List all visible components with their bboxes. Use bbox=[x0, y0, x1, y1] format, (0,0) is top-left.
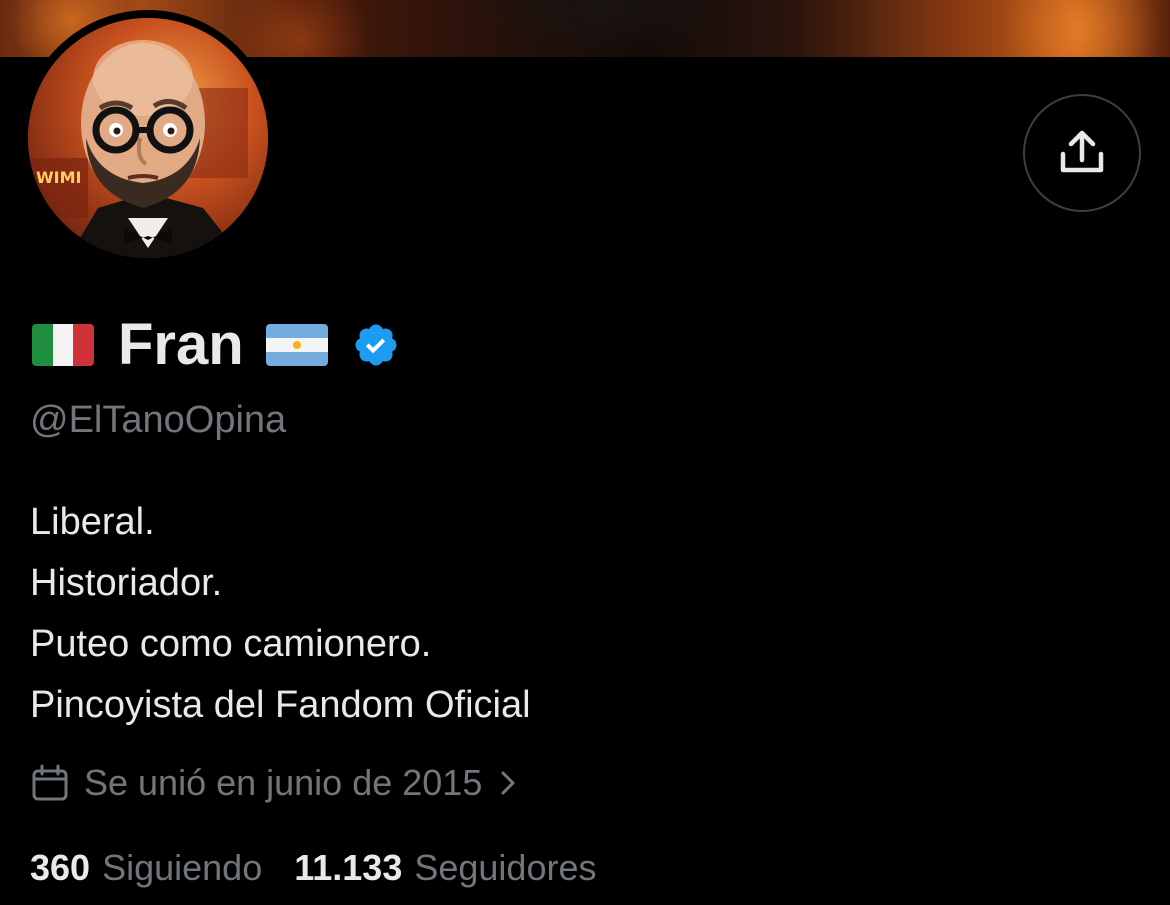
bio-line: Liberal. bbox=[30, 501, 155, 543]
profile-bio: Liberal. Historiador. Puteo como camione… bbox=[30, 492, 531, 736]
chevron-right-icon bbox=[501, 771, 515, 795]
svg-text:WIMI: WIMI bbox=[36, 168, 81, 187]
following-count: 360 bbox=[30, 847, 91, 888]
calendar-icon bbox=[32, 764, 68, 801]
avatar-illustration: WIMI bbox=[28, 18, 268, 258]
bio-line: Historiador. bbox=[30, 562, 223, 604]
followers-count: 11.133 bbox=[294, 847, 403, 888]
profile-handle: @ElTanoOpina bbox=[30, 399, 287, 441]
display-name: Fran bbox=[118, 312, 244, 377]
joined-date-link[interactable]: Se unió en junio de 2015 bbox=[30, 758, 518, 808]
following-label: Siguiendo bbox=[102, 847, 263, 888]
joined-date: Se unió en junio de 2015 bbox=[84, 762, 483, 803]
followers-label: Seguidores bbox=[414, 847, 597, 888]
bio-line: Puteo como camionero. bbox=[30, 623, 432, 665]
share-button[interactable] bbox=[1023, 94, 1141, 212]
name-row: Fran bbox=[32, 310, 400, 380]
avatar[interactable]: WIMI bbox=[28, 18, 268, 258]
followers-link[interactable]: 11.133 Seguidores bbox=[294, 847, 596, 889]
bio-line: Pincoyista del Fandom Oficial bbox=[30, 684, 531, 726]
avatar-frame[interactable]: WIMI bbox=[20, 10, 276, 266]
share-upload-icon bbox=[1060, 130, 1104, 173]
verified-badge-icon[interactable] bbox=[352, 321, 400, 369]
sun-of-may-icon bbox=[292, 341, 301, 349]
italy-flag-icon bbox=[32, 324, 94, 366]
argentina-flag-icon bbox=[265, 324, 328, 366]
follow-stats: 360 Siguiendo 11.133 Seguidores bbox=[30, 842, 596, 894]
following-link[interactable]: 360 Siguiendo bbox=[30, 847, 262, 889]
